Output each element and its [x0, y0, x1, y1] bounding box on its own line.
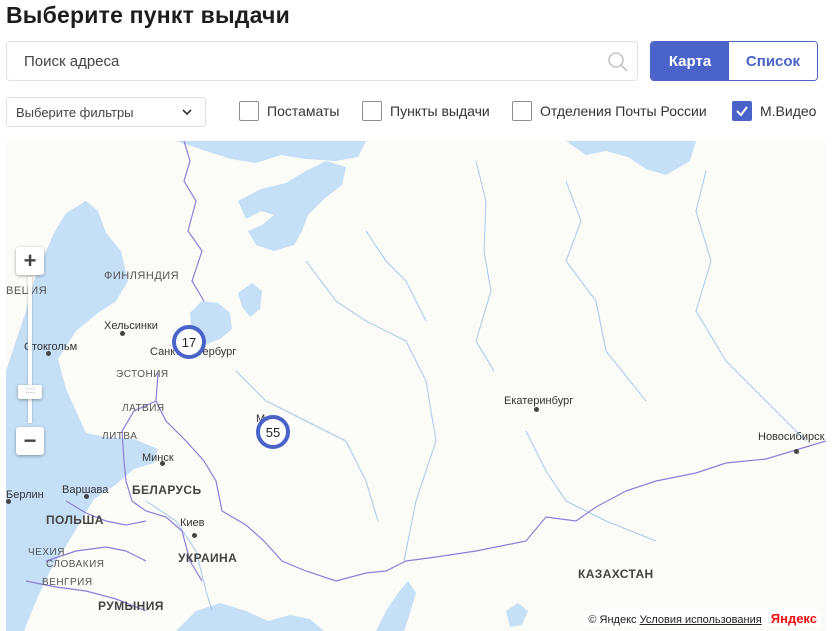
label-novosibirsk: Новосибирск	[758, 431, 825, 443]
search-icon[interactable]	[607, 51, 629, 73]
label-sweden: ВЕЦИЯ	[6, 285, 48, 297]
label-helsinki: Хельсинки	[104, 320, 158, 332]
label-ukraine: УКРАИНА	[178, 551, 238, 565]
copyright-text: © Яндекс	[588, 614, 637, 626]
terms-link[interactable]: Условия использования	[640, 614, 762, 626]
label-slovakia: СЛОВАКИЯ	[46, 559, 105, 570]
city-dot	[794, 449, 799, 454]
label-hungary: ВЕНГРИЯ	[42, 577, 93, 588]
zoom-control: + :::: −	[16, 247, 44, 455]
label-yekaterinburg: Екатеринбург	[504, 395, 574, 407]
label-czech: ЧЕХИЯ	[28, 547, 65, 558]
label-lithuania: ЛИТВА	[102, 431, 138, 442]
map-cluster-marker[interactable]: 17	[172, 325, 206, 359]
filters-select-label: Выберите фильтры	[16, 104, 134, 120]
filters-select[interactable]: Выберите фильтры	[6, 97, 206, 127]
checkbox-box[interactable]	[362, 101, 382, 121]
search-field[interactable]	[6, 41, 638, 81]
checkbox-label: Пункты выдачи	[390, 103, 490, 119]
checkbox-label: М.Видео	[760, 103, 817, 119]
map[interactable]: ФИНЛЯНДИЯ ВЕЦИЯ Хельсинки Стокгольм Санк…	[6, 141, 826, 631]
map-view-button[interactable]: Карта	[651, 42, 729, 80]
map-cluster-marker[interactable]: 55	[256, 415, 290, 449]
label-kazakhstan: КАЗАХСТАН	[578, 567, 654, 581]
city-dot	[192, 533, 197, 538]
zoom-slider-track[interactable]	[28, 277, 32, 423]
label-berlin: Берлин	[6, 489, 44, 501]
checkbox-label: Постаматы	[267, 103, 340, 119]
zoom-out-button[interactable]: −	[16, 427, 44, 455]
city-dot	[534, 407, 539, 412]
label-minsk: Минск	[142, 452, 174, 464]
checkbox-mvideo[interactable]: М.Видео	[732, 99, 816, 123]
chevron-down-icon	[182, 109, 192, 116]
list-view-button[interactable]: Список	[729, 42, 817, 80]
checkbox-russian-post[interactable]: Отделения Почты России	[512, 99, 707, 123]
page-title: Выберите пункт выдачи	[6, 2, 290, 28]
label-belarus: БЕЛАРУСЬ	[132, 483, 202, 497]
checkbox-postamats[interactable]: Постаматы	[239, 99, 339, 123]
label-kiev: Киев	[180, 517, 205, 529]
zoom-in-button[interactable]: +	[16, 247, 44, 275]
search-input[interactable]	[22, 52, 596, 71]
label-poland: ПОЛЬША	[46, 513, 104, 527]
label-romania: РУМЫНИЯ	[98, 599, 164, 613]
view-toggle: Карта Список	[650, 41, 818, 81]
checkbox-box[interactable]	[512, 101, 532, 121]
label-estonia: ЭСТОНИЯ	[116, 369, 169, 380]
map-background	[6, 141, 826, 631]
label-warsaw: Варшава	[62, 484, 109, 496]
checkbox-label: Отделения Почты России	[540, 103, 707, 119]
check-icon	[736, 106, 748, 117]
label-latvia: ЛАТВИЯ	[122, 403, 165, 414]
zoom-slider-handle[interactable]: ::::	[18, 385, 42, 399]
checkbox-pickup-points[interactable]: Пункты выдачи	[362, 99, 490, 123]
checkbox-box[interactable]	[732, 101, 752, 121]
map-copyright: © Яндекс Условия использования Яндекс	[585, 610, 820, 627]
label-finland: ФИНЛЯНДИЯ	[104, 270, 180, 282]
checkbox-box[interactable]	[239, 101, 259, 121]
yandex-logo[interactable]: Яндекс	[771, 611, 817, 626]
